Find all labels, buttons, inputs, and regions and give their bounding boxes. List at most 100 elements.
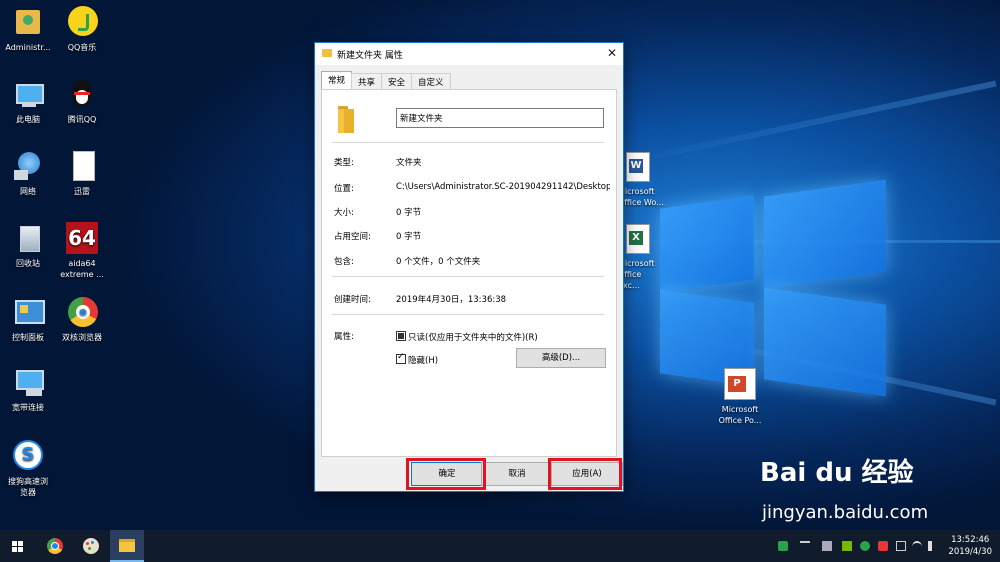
disk-size-label: 占用空间: <box>334 232 371 242</box>
desktop-icon-sogou-browser[interactable]: S 搜狗高速浏 览器 <box>0 440 56 498</box>
desktop-icon-broadband[interactable]: 宽带连接 <box>0 366 56 413</box>
word-icon: W <box>626 152 650 182</box>
icon-label: 控制面板 <box>12 333 44 342</box>
clock-time: 13:52:46 <box>951 535 990 545</box>
tab-strip: 常规 共享 安全 自定义 <box>321 71 451 90</box>
desktop-icon-dual-core-browser[interactable]: e 双核浏览器 <box>54 296 110 343</box>
sogou-input-icon[interactable] <box>778 541 788 551</box>
size-label: 大小: <box>334 208 354 218</box>
watermark-url: jingyan.baidu.com <box>762 502 929 523</box>
apply-highlight-box <box>548 458 622 490</box>
desktop-icon-powerpoint[interactable]: P Microsoft Office Po... <box>712 366 768 430</box>
taskbar-chrome[interactable] <box>38 530 72 562</box>
desktop-icon-network[interactable]: 网络 <box>0 150 56 197</box>
divider <box>332 314 604 315</box>
qq-music-icon <box>66 6 98 38</box>
nvidia-icon[interactable] <box>842 541 852 551</box>
created-label: 创建时间: <box>334 295 371 305</box>
close-button[interactable]: ✕ <box>607 46 617 60</box>
desktop-icon-control-panel[interactable]: 控制面板 <box>0 296 56 343</box>
desktop-icon-this-pc[interactable]: 此电脑 <box>0 78 56 125</box>
dialog-titlebar[interactable]: 新建文件夹 属性 ✕ <box>315 43 623 65</box>
watermark-brand: Bai du 经验 <box>760 458 914 488</box>
volume-icon[interactable] <box>928 541 942 551</box>
control-panel-icon <box>12 296 45 328</box>
powerpoint-icon: P <box>724 368 756 400</box>
attributes-label: 属性: <box>334 332 354 342</box>
advanced-button[interactable]: 高级(D)... <box>516 348 606 368</box>
blank-file-icon <box>66 150 98 182</box>
icon-label: 此电脑 <box>16 115 40 124</box>
icon-label: Microsoft Office Po... <box>718 405 762 425</box>
icon-label: QQ音乐 <box>67 43 97 52</box>
tab-customize[interactable]: 自定义 <box>411 73 451 90</box>
cancel-button[interactable]: 取消 <box>481 462 553 486</box>
hidden-checkbox[interactable]: 隐藏(H) <box>396 352 439 366</box>
start-button[interactable] <box>0 530 34 562</box>
chrome-icon <box>47 538 63 554</box>
recycle-bin-icon <box>12 222 44 254</box>
file-explorer-icon <box>119 539 135 552</box>
location-label: 位置: <box>334 184 354 194</box>
desktop-icon-word[interactable]: W Microsoft Office Wo... <box>618 150 664 210</box>
general-tab-panel: 新建文件夹 类型: 文件夹 位置: C:\Users\Administrator… <box>321 89 617 457</box>
desktop-icon-qqmusic[interactable]: QQ音乐 <box>54 6 110 53</box>
broadband-connection-icon <box>12 366 44 398</box>
icon-label: 搜狗高速浏 览器 <box>8 477 48 497</box>
excel-icon: X <box>626 224 650 254</box>
desktop-icon-excel[interactable]: X Microsoft Office Exc... <box>618 222 664 290</box>
desktop-icon-aida64[interactable]: 64 aida64 extreme ... <box>54 222 110 280</box>
readonly-label: 只读(仅应用于文件夹中的文件)(R) <box>408 333 538 343</box>
folder-name-input[interactable]: 新建文件夹 <box>396 108 604 128</box>
paint-icon <box>83 538 99 554</box>
security-icon[interactable] <box>860 541 870 551</box>
desktop-icon-qq[interactable]: 腾讯QQ <box>54 78 110 125</box>
icon-label: 回收站 <box>16 259 40 268</box>
ok-highlight-box <box>406 458 486 490</box>
tab-security[interactable]: 安全 <box>381 73 413 90</box>
icon-label: Administr... <box>5 43 51 52</box>
baidu-jingyan-watermark: Bai du 经验 jingyan.baidu.com <box>760 452 960 530</box>
type-label: 类型: <box>334 158 354 168</box>
clock[interactable]: 13:52:46 2019/4/30 <box>948 534 992 558</box>
location-value: C:\Users\Administrator.SC-201904291142\D… <box>396 182 610 192</box>
tab-general[interactable]: 常规 <box>321 71 353 90</box>
type-value: 文件夹 <box>396 158 422 168</box>
hidden-label: 隐藏(H) <box>408 356 439 366</box>
contains-label: 包含: <box>334 257 354 267</box>
checkbox-indeterminate-icon <box>396 331 406 341</box>
taskbar-file-explorer[interactable] <box>110 530 144 562</box>
light-beam <box>623 80 997 166</box>
chevron-up-icon[interactable] <box>800 541 810 553</box>
wifi-icon[interactable] <box>912 541 922 553</box>
tab-sharing[interactable]: 共享 <box>351 73 383 90</box>
icon-label: Microsoft Office Exc... <box>618 259 655 290</box>
network-icon <box>12 150 44 182</box>
icon-label: 宽带连接 <box>12 403 44 412</box>
windows-logo-wallpaper <box>660 179 890 397</box>
taskbar: 13:52:46 2019/4/30 <box>0 530 1000 562</box>
icon-label: 腾讯QQ <box>67 115 97 124</box>
created-value: 2019年4月30日，13:36:38 <box>396 295 507 305</box>
readonly-checkbox[interactable]: 只读(仅应用于文件夹中的文件)(R) <box>396 331 538 343</box>
divider <box>332 142 604 143</box>
desktop: Administr... QQ音乐 此电脑 腾讯QQ 网络 迅雷 回收站 64 … <box>0 0 1000 530</box>
icon-label: 网络 <box>20 187 36 196</box>
icon-label: Microsoft Office Wo... <box>618 187 664 207</box>
computer-icon <box>12 78 44 110</box>
clock-date: 2019/4/30 <box>948 547 992 557</box>
folder-properties-dialog: 新建文件夹 属性 ✕ 常规 共享 安全 自定义 新建文件夹 类型: 文件夹 位置: C… <box>314 42 624 492</box>
battery-icon[interactable] <box>896 541 906 551</box>
taskview-icon[interactable] <box>822 541 832 551</box>
checkbox-checked-icon <box>396 352 406 364</box>
desktop-icon-recycle-bin[interactable]: 回收站 <box>0 222 56 269</box>
large-folder-icon <box>338 104 360 133</box>
desktop-icon-user-folder[interactable]: Administr... <box>0 6 56 53</box>
contains-value: 0 个文件，0 个文件夹 <box>396 257 481 267</box>
qq-tray-icon[interactable] <box>878 541 888 551</box>
aida64-icon: 64 <box>66 222 98 254</box>
folder-icon <box>322 49 332 57</box>
user-folder-icon <box>12 6 44 38</box>
taskbar-paint[interactable] <box>74 530 108 562</box>
desktop-icon-xunlei[interactable]: 迅雷 <box>54 150 110 197</box>
